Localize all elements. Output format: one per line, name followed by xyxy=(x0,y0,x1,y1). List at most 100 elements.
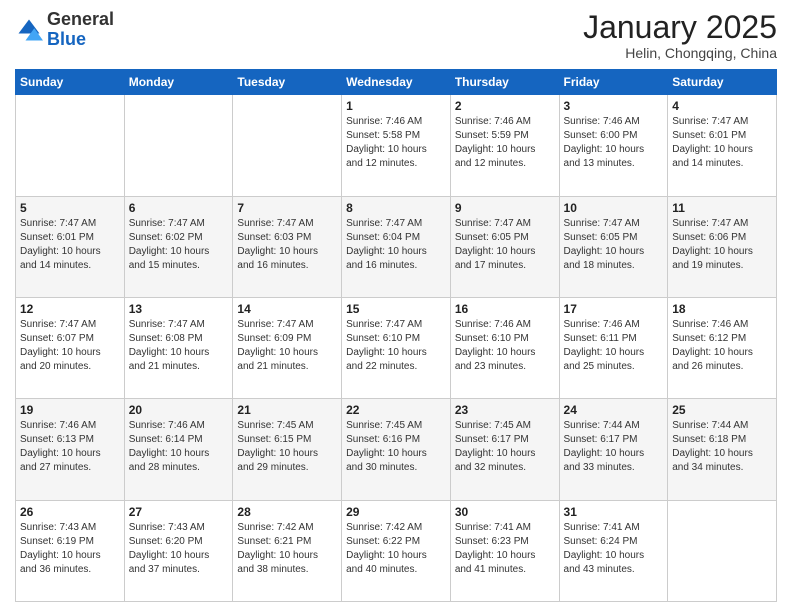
table-row xyxy=(124,95,233,196)
day-number: 15 xyxy=(346,302,446,316)
day-number: 8 xyxy=(346,201,446,215)
logo-text: General Blue xyxy=(47,10,114,50)
logo-blue: Blue xyxy=(47,29,86,49)
table-row: 22 Sunrise: 7:45 AMSunset: 6:16 PMDaylig… xyxy=(342,399,451,500)
day-info: Sunrise: 7:43 AMSunset: 6:20 PMDaylight:… xyxy=(129,521,229,577)
subtitle: Helin, Chongqing, China xyxy=(583,45,777,61)
table-row: 24 Sunrise: 7:44 AMSunset: 6:17 PMDaylig… xyxy=(559,399,668,500)
table-row: 13 Sunrise: 7:47 AMSunset: 6:08 PMDaylig… xyxy=(124,297,233,398)
calendar-header-row: Sunday Monday Tuesday Wednesday Thursday… xyxy=(16,70,777,95)
day-info: Sunrise: 7:46 AMSunset: 6:14 PMDaylight:… xyxy=(129,419,229,475)
col-tuesday: Tuesday xyxy=(233,70,342,95)
day-info: Sunrise: 7:47 AMSunset: 6:04 PMDaylight:… xyxy=(346,217,446,273)
day-number: 26 xyxy=(20,505,120,519)
table-row: 20 Sunrise: 7:46 AMSunset: 6:14 PMDaylig… xyxy=(124,399,233,500)
table-row xyxy=(16,95,125,196)
table-row: 18 Sunrise: 7:46 AMSunset: 6:12 PMDaylig… xyxy=(668,297,777,398)
table-row: 10 Sunrise: 7:47 AMSunset: 6:05 PMDaylig… xyxy=(559,196,668,297)
calendar-week-1: 1 Sunrise: 7:46 AMSunset: 5:58 PMDayligh… xyxy=(16,95,777,196)
day-number: 19 xyxy=(20,403,120,417)
day-number: 31 xyxy=(564,505,664,519)
day-number: 11 xyxy=(672,201,772,215)
logo-general: General xyxy=(47,9,114,29)
day-info: Sunrise: 7:45 AMSunset: 6:16 PMDaylight:… xyxy=(346,419,446,475)
day-info: Sunrise: 7:42 AMSunset: 6:21 PMDaylight:… xyxy=(237,521,337,577)
day-number: 14 xyxy=(237,302,337,316)
day-info: Sunrise: 7:46 AMSunset: 5:58 PMDaylight:… xyxy=(346,115,446,171)
table-row: 14 Sunrise: 7:47 AMSunset: 6:09 PMDaylig… xyxy=(233,297,342,398)
day-number: 7 xyxy=(237,201,337,215)
day-number: 24 xyxy=(564,403,664,417)
main-title: January 2025 xyxy=(583,10,777,45)
day-info: Sunrise: 7:47 AMSunset: 6:10 PMDaylight:… xyxy=(346,318,446,374)
day-number: 5 xyxy=(20,201,120,215)
table-row: 12 Sunrise: 7:47 AMSunset: 6:07 PMDaylig… xyxy=(16,297,125,398)
table-row: 23 Sunrise: 7:45 AMSunset: 6:17 PMDaylig… xyxy=(450,399,559,500)
table-row: 16 Sunrise: 7:46 AMSunset: 6:10 PMDaylig… xyxy=(450,297,559,398)
calendar-table: Sunday Monday Tuesday Wednesday Thursday… xyxy=(15,69,777,602)
table-row: 11 Sunrise: 7:47 AMSunset: 6:06 PMDaylig… xyxy=(668,196,777,297)
calendar-week-2: 5 Sunrise: 7:47 AMSunset: 6:01 PMDayligh… xyxy=(16,196,777,297)
day-number: 6 xyxy=(129,201,229,215)
table-row: 6 Sunrise: 7:47 AMSunset: 6:02 PMDayligh… xyxy=(124,196,233,297)
day-number: 17 xyxy=(564,302,664,316)
day-info: Sunrise: 7:47 AMSunset: 6:05 PMDaylight:… xyxy=(455,217,555,273)
day-info: Sunrise: 7:45 AMSunset: 6:15 PMDaylight:… xyxy=(237,419,337,475)
col-monday: Monday xyxy=(124,70,233,95)
table-row: 31 Sunrise: 7:41 AMSunset: 6:24 PMDaylig… xyxy=(559,500,668,601)
day-number: 20 xyxy=(129,403,229,417)
day-info: Sunrise: 7:42 AMSunset: 6:22 PMDaylight:… xyxy=(346,521,446,577)
table-row: 1 Sunrise: 7:46 AMSunset: 5:58 PMDayligh… xyxy=(342,95,451,196)
day-info: Sunrise: 7:47 AMSunset: 6:03 PMDaylight:… xyxy=(237,217,337,273)
day-number: 18 xyxy=(672,302,772,316)
day-number: 10 xyxy=(564,201,664,215)
table-row: 27 Sunrise: 7:43 AMSunset: 6:20 PMDaylig… xyxy=(124,500,233,601)
day-info: Sunrise: 7:45 AMSunset: 6:17 PMDaylight:… xyxy=(455,419,555,475)
day-info: Sunrise: 7:46 AMSunset: 6:10 PMDaylight:… xyxy=(455,318,555,374)
col-saturday: Saturday xyxy=(668,70,777,95)
page: General Blue January 2025 Helin, Chongqi… xyxy=(0,0,792,612)
day-info: Sunrise: 7:47 AMSunset: 6:05 PMDaylight:… xyxy=(564,217,664,273)
day-info: Sunrise: 7:41 AMSunset: 6:23 PMDaylight:… xyxy=(455,521,555,577)
day-number: 4 xyxy=(672,99,772,113)
day-number: 2 xyxy=(455,99,555,113)
day-info: Sunrise: 7:41 AMSunset: 6:24 PMDaylight:… xyxy=(564,521,664,577)
table-row: 29 Sunrise: 7:42 AMSunset: 6:22 PMDaylig… xyxy=(342,500,451,601)
table-row: 21 Sunrise: 7:45 AMSunset: 6:15 PMDaylig… xyxy=(233,399,342,500)
day-number: 27 xyxy=(129,505,229,519)
day-info: Sunrise: 7:43 AMSunset: 6:19 PMDaylight:… xyxy=(20,521,120,577)
day-info: Sunrise: 7:44 AMSunset: 6:17 PMDaylight:… xyxy=(564,419,664,475)
table-row: 15 Sunrise: 7:47 AMSunset: 6:10 PMDaylig… xyxy=(342,297,451,398)
day-number: 13 xyxy=(129,302,229,316)
header: General Blue January 2025 Helin, Chongqi… xyxy=(15,10,777,61)
day-info: Sunrise: 7:47 AMSunset: 6:01 PMDaylight:… xyxy=(672,115,772,171)
day-number: 30 xyxy=(455,505,555,519)
col-sunday: Sunday xyxy=(16,70,125,95)
day-number: 29 xyxy=(346,505,446,519)
table-row: 7 Sunrise: 7:47 AMSunset: 6:03 PMDayligh… xyxy=(233,196,342,297)
day-info: Sunrise: 7:47 AMSunset: 6:01 PMDaylight:… xyxy=(20,217,120,273)
calendar-week-4: 19 Sunrise: 7:46 AMSunset: 6:13 PMDaylig… xyxy=(16,399,777,500)
day-number: 12 xyxy=(20,302,120,316)
day-info: Sunrise: 7:47 AMSunset: 6:09 PMDaylight:… xyxy=(237,318,337,374)
table-row: 4 Sunrise: 7:47 AMSunset: 6:01 PMDayligh… xyxy=(668,95,777,196)
day-info: Sunrise: 7:47 AMSunset: 6:07 PMDaylight:… xyxy=(20,318,120,374)
day-info: Sunrise: 7:47 AMSunset: 6:06 PMDaylight:… xyxy=(672,217,772,273)
day-number: 28 xyxy=(237,505,337,519)
table-row: 17 Sunrise: 7:46 AMSunset: 6:11 PMDaylig… xyxy=(559,297,668,398)
day-number: 1 xyxy=(346,99,446,113)
day-info: Sunrise: 7:46 AMSunset: 6:00 PMDaylight:… xyxy=(564,115,664,171)
day-info: Sunrise: 7:47 AMSunset: 6:08 PMDaylight:… xyxy=(129,318,229,374)
day-number: 22 xyxy=(346,403,446,417)
table-row: 19 Sunrise: 7:46 AMSunset: 6:13 PMDaylig… xyxy=(16,399,125,500)
table-row xyxy=(233,95,342,196)
table-row xyxy=(668,500,777,601)
day-number: 16 xyxy=(455,302,555,316)
table-row: 28 Sunrise: 7:42 AMSunset: 6:21 PMDaylig… xyxy=(233,500,342,601)
day-number: 21 xyxy=(237,403,337,417)
logo-icon xyxy=(15,16,43,44)
day-info: Sunrise: 7:46 AMSunset: 6:11 PMDaylight:… xyxy=(564,318,664,374)
day-number: 23 xyxy=(455,403,555,417)
day-number: 3 xyxy=(564,99,664,113)
day-info: Sunrise: 7:46 AMSunset: 5:59 PMDaylight:… xyxy=(455,115,555,171)
